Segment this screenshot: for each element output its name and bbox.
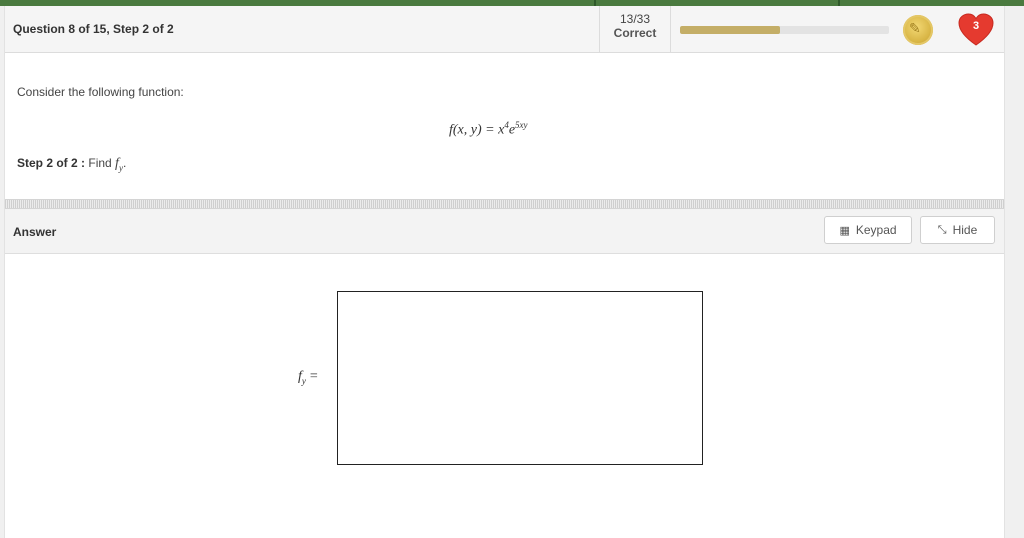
score-label: Correct bbox=[613, 26, 657, 40]
progress-fill bbox=[680, 26, 781, 34]
heart-icon[interactable]: 3 bbox=[957, 12, 995, 48]
progress-bar bbox=[680, 26, 889, 34]
answer-bar: Answer ▦ Keypad ⤡ Hide bbox=[5, 209, 1004, 254]
keypad-label: Keypad bbox=[855, 223, 897, 237]
hide-label: Hide bbox=[952, 223, 978, 237]
function-expression: f(x, y) = x4e5xy bbox=[449, 120, 528, 139]
answer-var-sub: y bbox=[301, 375, 306, 386]
answer-label: Answer bbox=[13, 225, 57, 239]
step-instruction: Step 2 of 2 : Find fy. bbox=[17, 156, 126, 173]
score-box: 13/33 Correct bbox=[599, 6, 671, 52]
step-variable: fy bbox=[115, 156, 123, 173]
coin-icon[interactable]: ✎ bbox=[903, 15, 933, 45]
question-label: Question 8 of 15, Step 2 of 2 bbox=[13, 22, 174, 36]
step-end: . bbox=[122, 156, 127, 170]
answer-equals: = bbox=[309, 369, 318, 384]
hide-button[interactable]: ⤡ Hide bbox=[920, 216, 995, 244]
score-count: 13/33 bbox=[619, 12, 651, 26]
hearts-count: 3 bbox=[972, 20, 980, 32]
function-lhs: f(x, y) = x bbox=[449, 122, 505, 138]
question-frame: Question 8 of 15, Step 2 of 2 13/33 Corr… bbox=[4, 6, 1005, 538]
step-label: Step 2 of 2 : bbox=[17, 156, 86, 170]
collapse-arrows-icon: ⤡ bbox=[937, 223, 947, 236]
answer-variable-label: fy = bbox=[298, 369, 318, 386]
answer-input-box[interactable] bbox=[337, 291, 703, 465]
keypad-button[interactable]: ▦ Keypad bbox=[824, 216, 912, 244]
question-prompt: Consider the following function: bbox=[17, 85, 184, 99]
resize-divider[interactable] bbox=[5, 199, 1004, 209]
function-exponent-e: 5xy bbox=[515, 120, 528, 130]
question-header: Question 8 of 15, Step 2 of 2 13/33 Corr… bbox=[5, 6, 1004, 53]
calculator-icon: ▦ bbox=[839, 224, 850, 237]
step-text: Find bbox=[88, 156, 112, 170]
